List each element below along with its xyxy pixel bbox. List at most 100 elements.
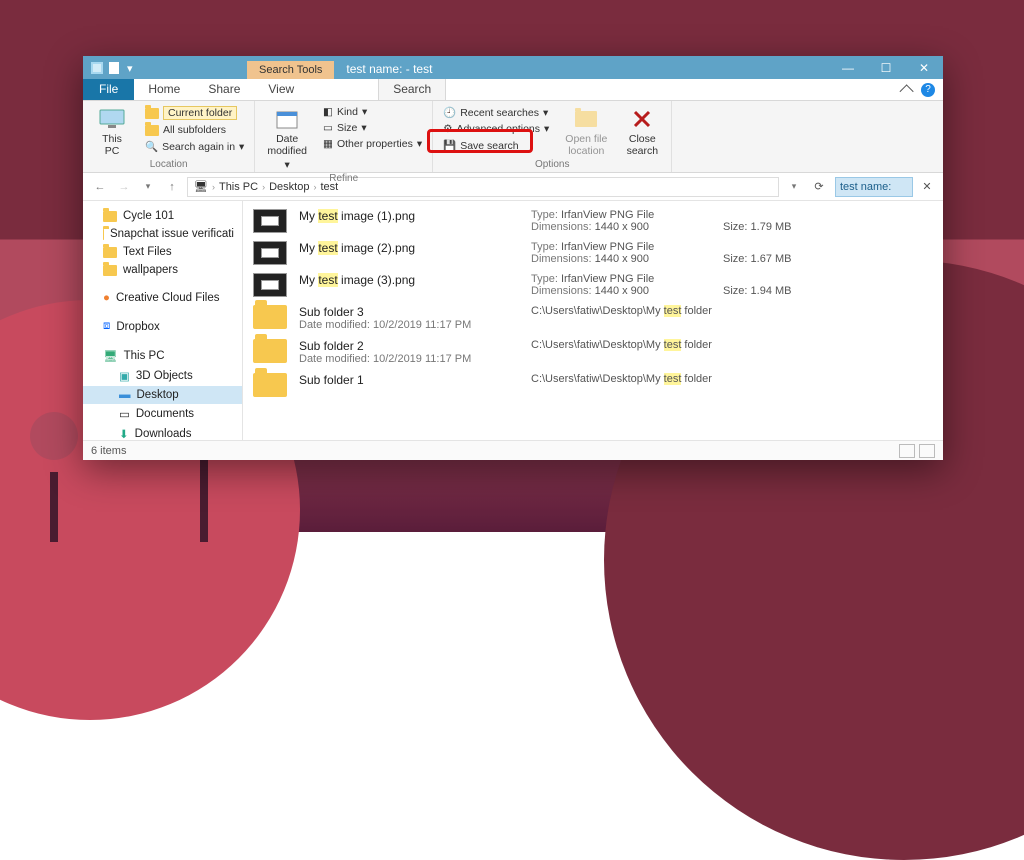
tree-item-desktop[interactable]: ▬Desktop [83, 386, 242, 404]
result-row[interactable]: My test image (1).png Type: IrfanView PN… [243, 205, 943, 237]
item-count: 6 items [91, 445, 126, 457]
result-row[interactable]: Sub folder 2Date modified: 10/2/2019 11:… [243, 335, 943, 369]
close-search-button[interactable]: Close search [621, 105, 663, 159]
group-label: Refine [263, 173, 424, 184]
save-search-button[interactable]: 💾Save search [441, 138, 551, 153]
folder-thumb [253, 339, 287, 363]
folder-open-icon [572, 107, 600, 131]
help-icon[interactable]: ? [921, 83, 935, 97]
forward-button[interactable]: → [115, 178, 133, 196]
all-subfolders-button[interactable]: All subfolders [143, 123, 246, 137]
save-icon: 💾 [443, 139, 456, 152]
result-name: My test image (1).png [299, 209, 519, 223]
search-input[interactable]: test name: [835, 177, 913, 197]
result-row[interactable]: Sub folder 3Date modified: 10/2/2019 11:… [243, 301, 943, 335]
result-row[interactable]: My test image (2).png Type: IrfanView PN… [243, 237, 943, 269]
image-thumb [253, 241, 287, 265]
tree-item[interactable]: Snapchat issue verificati [83, 225, 242, 243]
folder-icon [103, 265, 117, 276]
close-x-icon [628, 107, 656, 131]
monitor-icon [98, 107, 126, 131]
current-folder-button[interactable]: Current folder [143, 105, 246, 121]
up-button[interactable]: ↑ [163, 178, 181, 196]
cloud-icon: ● [103, 292, 110, 304]
tree-item[interactable]: ▣3D Objects [83, 366, 242, 386]
folder-icon [103, 211, 117, 222]
image-thumb [253, 273, 287, 297]
result-row[interactable]: Sub folder 1 C:\Users\fatiw\Desktop\My t… [243, 369, 943, 401]
tab-share[interactable]: Share [194, 79, 254, 100]
dropbox-icon: ⧈ [103, 320, 110, 333]
close-button[interactable]: ✕ [905, 56, 943, 79]
monitor-icon: 🖥 [103, 349, 118, 363]
results-pane[interactable]: My test image (1).png Type: IrfanView PN… [243, 201, 943, 440]
result-name: My test image (2).png [299, 241, 519, 255]
ribbon: This PC Current folder All subfolders 🔍S… [83, 101, 943, 173]
tab-home[interactable]: Home [134, 79, 194, 100]
result-name: Sub folder 2 [299, 339, 519, 353]
search-icon: 🔍 [145, 140, 158, 153]
kind-button[interactable]: ◧Kind ▾ [321, 105, 424, 119]
clear-search-button[interactable]: ✕ [919, 180, 935, 193]
ribbon-group-refine: Date modified ▾ ◧Kind ▾ ▭Size ▾ ▦Other p… [255, 101, 433, 172]
tree-item[interactable]: wallpapers [83, 261, 242, 279]
recent-searches-button[interactable]: 🕘Recent searches ▾ [441, 105, 551, 120]
other-properties-button[interactable]: ▦Other properties ▾ [321, 137, 424, 151]
tree-item[interactable]: ▭Documents [83, 404, 242, 424]
result-name: Sub folder 1 [299, 373, 519, 387]
result-name: My test image (3).png [299, 273, 519, 287]
maximize-button[interactable]: ☐ [867, 56, 905, 79]
result-path: C:\Users\fatiw\Desktop\My test folder [531, 305, 712, 317]
cube-icon: ▣ [119, 369, 130, 383]
tab-view[interactable]: View [254, 79, 308, 100]
navigation-pane[interactable]: Cycle 101 Snapchat issue verificati Text… [83, 201, 243, 440]
tree-item[interactable]: ⬇Downloads [83, 424, 242, 440]
window-title: test name: - test [334, 59, 444, 79]
size-icon: ▭ [323, 122, 333, 134]
result-size: Size: 1.79 MB [723, 209, 792, 233]
result-date: Date modified: 10/2/2019 11:17 PM [299, 353, 519, 365]
result-size: Size: 1.94 MB [723, 273, 792, 297]
this-pc-button[interactable]: This PC [91, 105, 133, 159]
tree-item-thispc[interactable]: 🖥This PC [83, 346, 242, 366]
folder-thumb [253, 305, 287, 329]
breadcrumb-dropdown[interactable]: ▾ [785, 178, 803, 196]
collapse-ribbon-icon[interactable] [900, 84, 914, 98]
advanced-options-button[interactable]: ⚙Advanced options ▾ [441, 122, 551, 136]
doc-icon[interactable] [109, 62, 121, 74]
download-icon: ⬇ [119, 427, 129, 440]
result-name: Sub folder 3 [299, 305, 519, 319]
folder-icon [145, 108, 159, 119]
dropdown-icon[interactable]: ▾ [127, 62, 139, 74]
group-label: Options [441, 159, 663, 170]
tab-search[interactable]: Search [378, 79, 446, 100]
tree-item[interactable]: Text Files [83, 243, 242, 261]
minimize-button[interactable]: — [829, 56, 867, 79]
context-tab-search-tools[interactable]: Search Tools [247, 61, 334, 79]
date-modified-button[interactable]: Date modified ▾ [263, 105, 311, 173]
status-bar: 6 items [83, 440, 943, 460]
view-large-button[interactable] [919, 444, 935, 458]
tree-item-dropbox[interactable]: ⧈Dropbox [83, 317, 242, 336]
size-button[interactable]: ▭Size ▾ [321, 121, 424, 135]
refresh-button[interactable]: ⟳ [809, 180, 829, 193]
search-again-button[interactable]: 🔍Search again in ▾ [143, 139, 246, 154]
result-meta: Type: IrfanView PNG FileDimensions: 1440… [531, 241, 711, 265]
address-bar: ← → ▾ ↑ 🖥› This PC› Desktop› test ▾ ⟳ te… [83, 173, 943, 201]
tab-file[interactable]: File [83, 79, 134, 100]
tree-item-ccf[interactable]: ●Creative Cloud Files [83, 289, 242, 307]
result-row[interactable]: My test image (3).png Type: IrfanView PN… [243, 269, 943, 301]
quick-access-toolbar: ▾ [83, 56, 147, 79]
breadcrumb-segment[interactable]: This PC [219, 181, 258, 193]
clock-icon: 🕘 [443, 106, 456, 119]
folder-icon [103, 229, 104, 240]
tree-item[interactable]: Cycle 101 [83, 207, 242, 225]
folder-icon [145, 125, 159, 136]
recent-locations-button[interactable]: ▾ [139, 178, 157, 196]
folder-icon [103, 247, 117, 258]
titlebar: ▾ Search Tools test name: - test — ☐ ✕ [83, 56, 943, 79]
back-button[interactable]: ← [91, 178, 109, 196]
result-date: Date modified: 10/2/2019 11:17 PM [299, 319, 519, 331]
desktop-icon: ▬ [119, 389, 131, 401]
view-details-button[interactable] [899, 444, 915, 458]
